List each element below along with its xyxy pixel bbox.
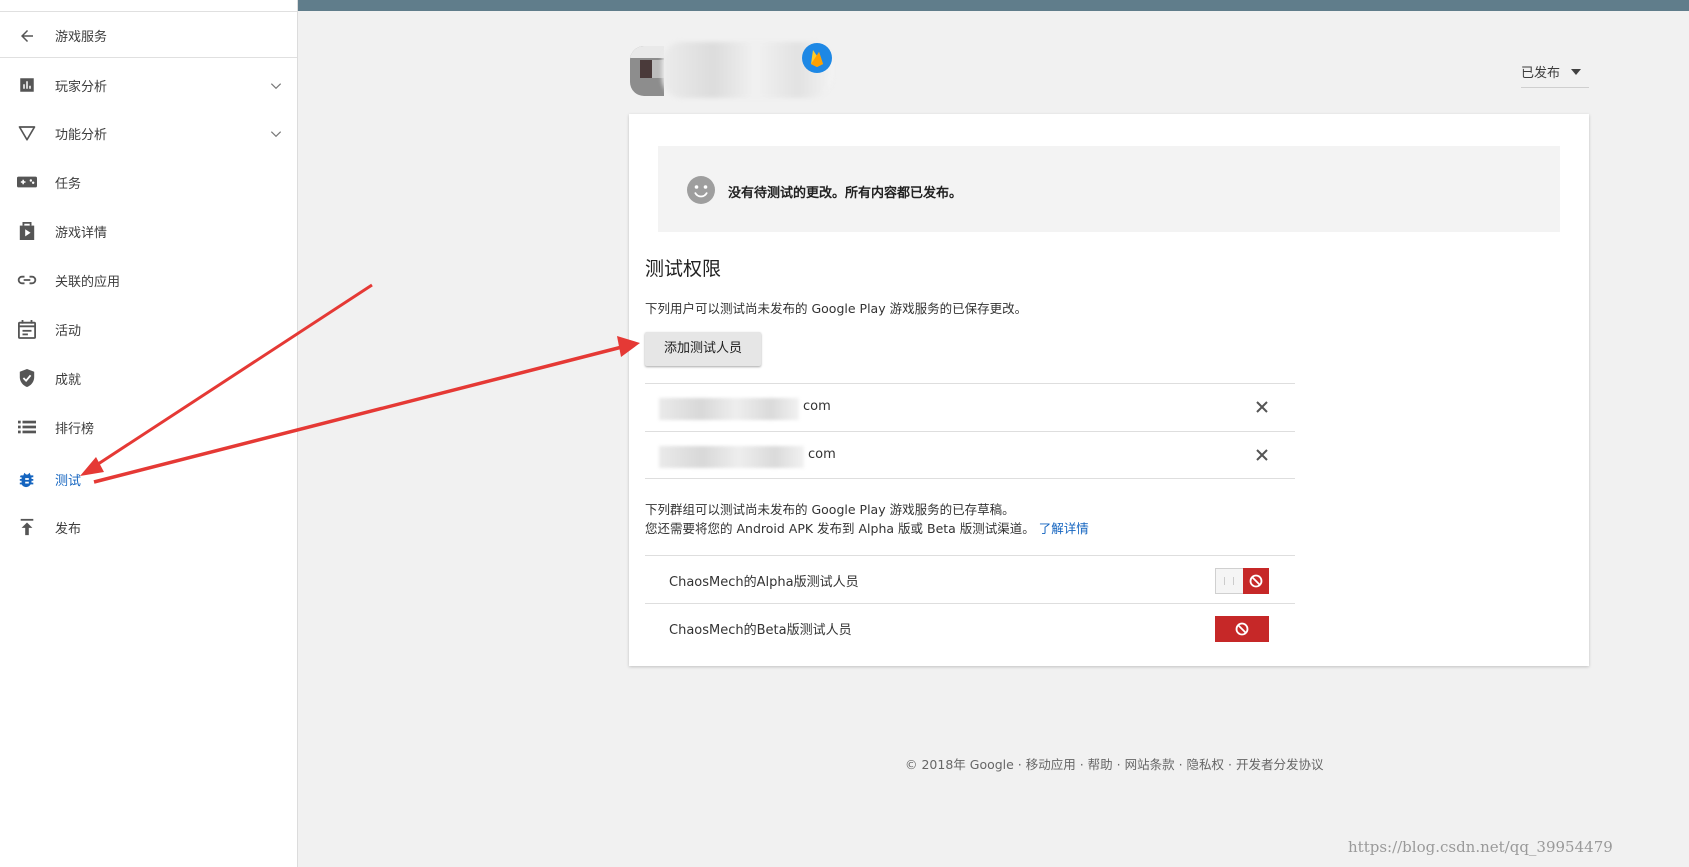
tester-email-suffix: com [808, 447, 836, 462]
notice-banner: 没有待测试的更改。所有内容都已发布。 [658, 146, 1560, 232]
groups-description-line1: 下列群组可以测试尚未发布的 Google Play 游戏服务的已存草稿。 [645, 502, 1015, 517]
sidebar-item-label: 功能分析 [55, 127, 108, 143]
sidebar-item-label: 游戏详情 [55, 225, 108, 241]
block-icon [1235, 622, 1249, 636]
play-box-icon [17, 221, 37, 241]
sidebar-item-label: 排行榜 [55, 421, 95, 437]
testers-description: 下列用户可以测试尚未发布的 Google Play 游戏服务的已保存更改。 [645, 301, 1028, 316]
learn-more-link[interactable]: 了解详情 [1039, 521, 1089, 536]
close-icon [1256, 401, 1268, 413]
back-to-game-services[interactable]: 游戏服务 [0, 14, 297, 58]
top-bar [298, 0, 1689, 11]
groups-description: 下列群组可以测试尚未发布的 Google Play 游戏服务的已存草稿。 您还需… [645, 500, 1089, 538]
app-icon [630, 46, 664, 96]
sidebar-item-achievements[interactable]: 成就 [0, 356, 297, 400]
sidebar-item-game-details[interactable]: 游戏详情 [0, 209, 297, 253]
group-name: ChaosMech的Beta版测试人员 [669, 623, 852, 638]
sidebar-item-label: 活动 [55, 323, 82, 339]
sidebar-item-testing[interactable]: 测试 [0, 457, 297, 501]
testing-card: 没有待测试的更改。所有内容都已发布。 测试权限 下列用户可以测试尚未发布的 Go… [629, 114, 1589, 666]
smiley-icon [687, 176, 715, 204]
close-icon [1256, 449, 1268, 461]
remove-tester-button[interactable] [1255, 400, 1269, 414]
sidebar-item-label: 任务 [55, 176, 82, 192]
bar-chart-icon [17, 75, 37, 95]
redacted-email [659, 446, 804, 468]
publish-status-dropdown[interactable]: 已发布 [1521, 56, 1589, 88]
link-icon [17, 270, 37, 290]
calendar-icon [17, 319, 37, 339]
add-tester-button[interactable]: 添加测试人员 [645, 332, 761, 366]
section-title: 测试权限 [645, 258, 722, 280]
block-icon [1249, 574, 1263, 588]
toggle-grip [1224, 577, 1234, 585]
firebase-icon [802, 43, 832, 73]
watermark: https://blog.csdn.net/qq_39954479 [1348, 838, 1613, 856]
toggle-knob [1243, 568, 1269, 594]
sidebar-item-label: 测试 [55, 473, 82, 489]
tester-row: com [645, 383, 1295, 431]
sidebar-top-divider [0, 11, 297, 12]
publish-icon [17, 517, 37, 537]
sidebar-item-publishing[interactable]: 发布 [0, 505, 297, 549]
arrow-back-icon [17, 26, 37, 46]
sidebar-item-player-analytics[interactable]: 玩家分析 [0, 63, 297, 107]
group-list: ChaosMech的Alpha版测试人员 ChaosMech的Beta版测试人员 [645, 555, 1295, 651]
tester-list: com com [645, 383, 1295, 479]
sidebar-item-label: 发布 [55, 521, 82, 537]
chevron-down-icon [269, 126, 283, 140]
groups-description-line2: 您还需要将您的 Android APK 发布到 Alpha 版或 Beta 版测… [645, 521, 1089, 536]
notice-message: 没有待测试的更改。所有内容都已发布。 [728, 186, 963, 201]
group-name: ChaosMech的Alpha版测试人员 [669, 575, 859, 590]
sidebar-item-label: 玩家分析 [55, 79, 108, 95]
bug-icon [17, 469, 37, 489]
sidebar-item-label: 关联的应用 [55, 274, 121, 290]
group-row-beta: ChaosMech的Beta版测试人员 [645, 603, 1295, 651]
caret-down-icon [1571, 69, 1581, 75]
tester-email-suffix: com [803, 399, 831, 414]
tester-row: com [645, 431, 1295, 479]
sidebar-item-label: 成就 [55, 372, 82, 388]
list-icon [17, 417, 37, 437]
sidebar-item-linked-apps[interactable]: 关联的应用 [0, 258, 297, 302]
redacted-email [659, 398, 799, 420]
remove-tester-button[interactable] [1255, 448, 1269, 462]
back-label: 游戏服务 [55, 30, 108, 45]
alpha-group-toggle[interactable] [1215, 568, 1269, 594]
sidebar: 游戏服务 玩家分析 功能分析 任务 游戏详情 关联的应用 活动 成就 排行榜 测… [0, 0, 298, 867]
app-header [630, 42, 1590, 98]
group-row-alpha: ChaosMech的Alpha版测试人员 [645, 555, 1295, 603]
sidebar-item-quests[interactable]: 任务 [0, 160, 297, 204]
shield-check-icon [17, 368, 37, 388]
chevron-down-icon [269, 78, 283, 92]
publish-status-label: 已发布 [1521, 66, 1561, 81]
sidebar-item-events[interactable]: 活动 [0, 307, 297, 351]
sidebar-item-leaderboards[interactable]: 排行榜 [0, 405, 297, 449]
footer-links: © 2018年 Google · 移动应用 · 帮助 · 网站条款 · 隐私权 … [905, 757, 1324, 772]
sidebar-item-feature-analytics[interactable]: 功能分析 [0, 111, 297, 155]
funnel-icon [17, 123, 37, 143]
gamepad-icon [17, 172, 37, 192]
beta-group-toggle[interactable] [1215, 616, 1269, 642]
